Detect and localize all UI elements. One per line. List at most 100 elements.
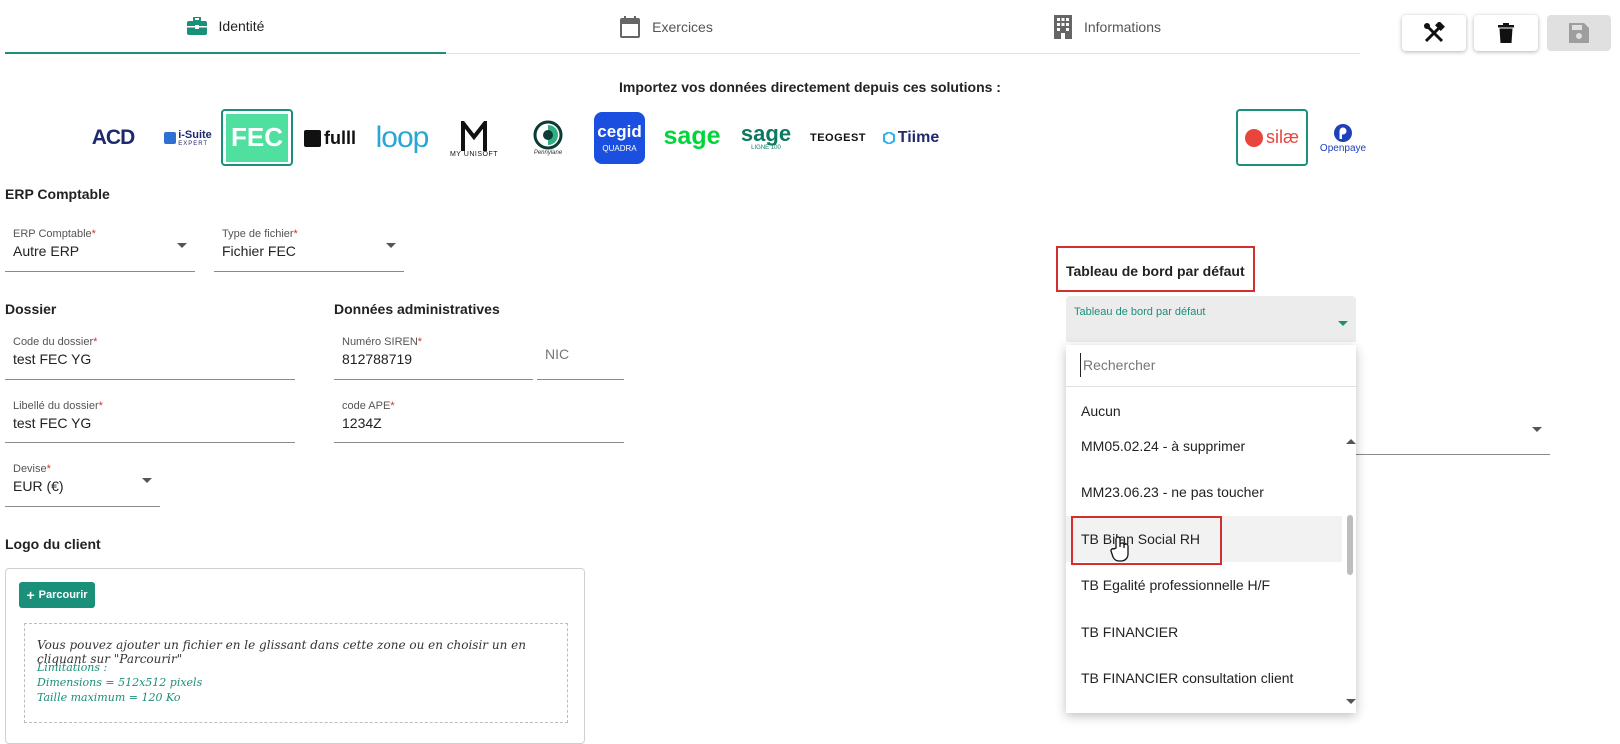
fulll-mark-icon	[304, 129, 321, 147]
chevron-down-icon	[386, 243, 396, 248]
nic-field[interactable]: NIC	[537, 336, 624, 380]
acd-logo[interactable]: ACD	[86, 124, 140, 152]
required-mark: *	[417, 336, 423, 348]
scroll-up-icon[interactable]	[1346, 439, 1356, 444]
cegid-logo[interactable]: cegid QUADRA	[594, 112, 645, 164]
myunisoft-logo[interactable]: MY UNISOFT	[448, 117, 500, 161]
erp-select-label: ERP Comptable*	[13, 228, 96, 240]
sage100-logo-text: sage	[740, 121, 792, 146]
isuite-logo[interactable]: i-Suite EXPERT	[159, 126, 217, 150]
admin-section-title: Données administratives	[334, 301, 500, 317]
dropdown-search-input[interactable]	[1080, 353, 1340, 377]
chevron-down-icon	[142, 478, 152, 483]
loop-logo[interactable]: loop	[374, 120, 430, 156]
code-dossier-field[interactable]: Code du dossier* test FEC YG	[5, 336, 295, 380]
fulll-logo[interactable]: fulll	[304, 126, 356, 150]
sage100-logo-sub: LIGNE 100	[751, 145, 781, 151]
tab-exercices[interactable]: Exercices	[446, 0, 887, 54]
openpaye-mark-icon	[1334, 123, 1352, 142]
teogest-logo[interactable]: TEOGEST	[809, 128, 867, 148]
limitations-max-size: Taille maximum = 120 Ko	[37, 691, 181, 704]
siren-value: 812788719	[342, 351, 413, 367]
tab-identite-label: Identité	[218, 18, 265, 34]
dashboard-select[interactable]: Tableau de bord par défaut	[1066, 296, 1356, 342]
erp-select-value: Autre ERP	[13, 243, 80, 259]
ape-value: 1234Z	[342, 415, 382, 431]
hidden-field-underline	[1356, 454, 1550, 455]
devise-value: EUR (€)	[13, 478, 64, 494]
libelle-dossier-label: Libellé du dossier*	[13, 400, 103, 412]
erp-select[interactable]: ERP Comptable* Autre ERP	[5, 228, 195, 272]
siren-label-text: Numéro SIREN	[342, 336, 418, 348]
tools-icon	[1424, 22, 1445, 43]
openpaye-logo[interactable]: Openpaye	[1316, 118, 1370, 158]
silae-logo[interactable]: silæ	[1236, 109, 1308, 166]
tab-informations-label: Informations	[1083, 19, 1162, 35]
silae-logo-text: silæ	[1265, 127, 1299, 147]
isuite-badge-icon	[164, 132, 177, 144]
save-button[interactable]	[1547, 15, 1611, 51]
scroll-down-icon[interactable]	[1346, 699, 1356, 704]
fec-logo[interactable]: FEC	[221, 109, 293, 166]
fec-logo-tile: FEC	[226, 113, 288, 162]
teogest-logo-text: TEOGEST	[809, 132, 867, 144]
code-dossier-label: Code du dossier*	[13, 336, 97, 348]
sage100-logo[interactable]: sage LIGNE 100	[740, 118, 792, 156]
isuite-main: i-Suite	[178, 128, 212, 141]
scrollbar-thumb[interactable]	[1347, 515, 1353, 575]
required-mark: *	[46, 463, 51, 475]
highlight-box	[1071, 516, 1222, 565]
openpaye-logo-text: Openpaye	[1319, 142, 1367, 154]
pennylane-logo[interactable]: Pennylane	[524, 116, 572, 160]
pennylane-logo-text: Pennylane	[533, 150, 563, 156]
limitations-dimensions: Dimensions = 512x512 pixels	[37, 676, 203, 689]
fulll-logo-text: fulll	[324, 127, 356, 148]
libelle-dossier-label-text: Libellé du dossier	[13, 400, 99, 412]
ape-label-text: code APE	[342, 400, 391, 412]
limitations-title: Limitations :	[37, 661, 108, 674]
dropdown-search	[1066, 345, 1356, 387]
erp-section-title: ERP Comptable	[5, 186, 110, 202]
libelle-dossier-field[interactable]: Libellé du dossier* test FEC YG	[5, 400, 295, 443]
hand-cursor-icon	[1110, 536, 1129, 562]
cegid-logo-text: cegid	[597, 122, 642, 141]
chevron-down-icon	[1338, 321, 1348, 326]
siren-field[interactable]: Numéro SIREN* 812788719	[334, 336, 533, 380]
tools-button[interactable]	[1402, 15, 1466, 51]
ape-label: code APE*	[342, 400, 395, 412]
tab-identite[interactable]: Identité	[5, 0, 446, 54]
devise-select[interactable]: Devise* EUR (€)	[5, 463, 160, 507]
dropdown-option[interactable]: MM05.02.24 - à supprimer	[1066, 423, 1342, 469]
save-icon	[1569, 23, 1589, 43]
file-type-select[interactable]: Type de fichier* Fichier FEC	[214, 228, 404, 272]
myunisoft-logo-text: MY UNISOFT	[449, 150, 499, 158]
ape-field[interactable]: code APE* 1234Z	[334, 400, 624, 443]
browse-button-label: Parcourir	[38, 589, 88, 601]
cegid-logo-sub: QUADRA	[602, 144, 637, 153]
dropdown-option[interactable]: TB FINANCIER consultation client	[1066, 655, 1342, 701]
myunisoft-mark-icon	[461, 120, 487, 151]
upload-box: + Parcourir Vous pouvez ajouter un fichi…	[5, 568, 585, 744]
tiime-mark-icon	[882, 132, 895, 144]
drop-zone[interactable]: Vous pouvez ajouter un fichier en le gli…	[24, 623, 568, 723]
acd-logo-text: ACD	[91, 126, 135, 149]
delete-button[interactable]	[1474, 15, 1538, 51]
dropdown-option[interactable]: TB Egalité professionnelle H/F	[1066, 562, 1342, 608]
dossier-section-title: Dossier	[5, 301, 57, 317]
dropdown-option[interactable]: TB FINANCIER	[1066, 609, 1342, 655]
devise-label-text: Devise	[13, 463, 47, 475]
sage-logo[interactable]: sage	[663, 120, 721, 152]
calendar-icon	[620, 16, 641, 38]
tiime-logo-text: Tiime	[897, 129, 940, 146]
chevron-down-icon	[1532, 427, 1542, 432]
browse-button[interactable]: + Parcourir	[19, 582, 95, 608]
loop-logo-text: loop	[375, 121, 430, 154]
dropdown-scrollbar[interactable]	[1344, 433, 1356, 711]
dropdown-option[interactable]: MM23.06.23 - ne pas toucher	[1066, 469, 1342, 515]
tiime-logo[interactable]: Tiime	[882, 126, 940, 150]
code-dossier-value: test FEC YG	[13, 351, 92, 367]
logo-client-section-title: Logo du client	[5, 536, 101, 552]
file-type-value: Fichier FEC	[222, 243, 296, 259]
tab-informations[interactable]: Informations	[887, 0, 1328, 54]
sage-logo-text: sage	[663, 121, 721, 150]
